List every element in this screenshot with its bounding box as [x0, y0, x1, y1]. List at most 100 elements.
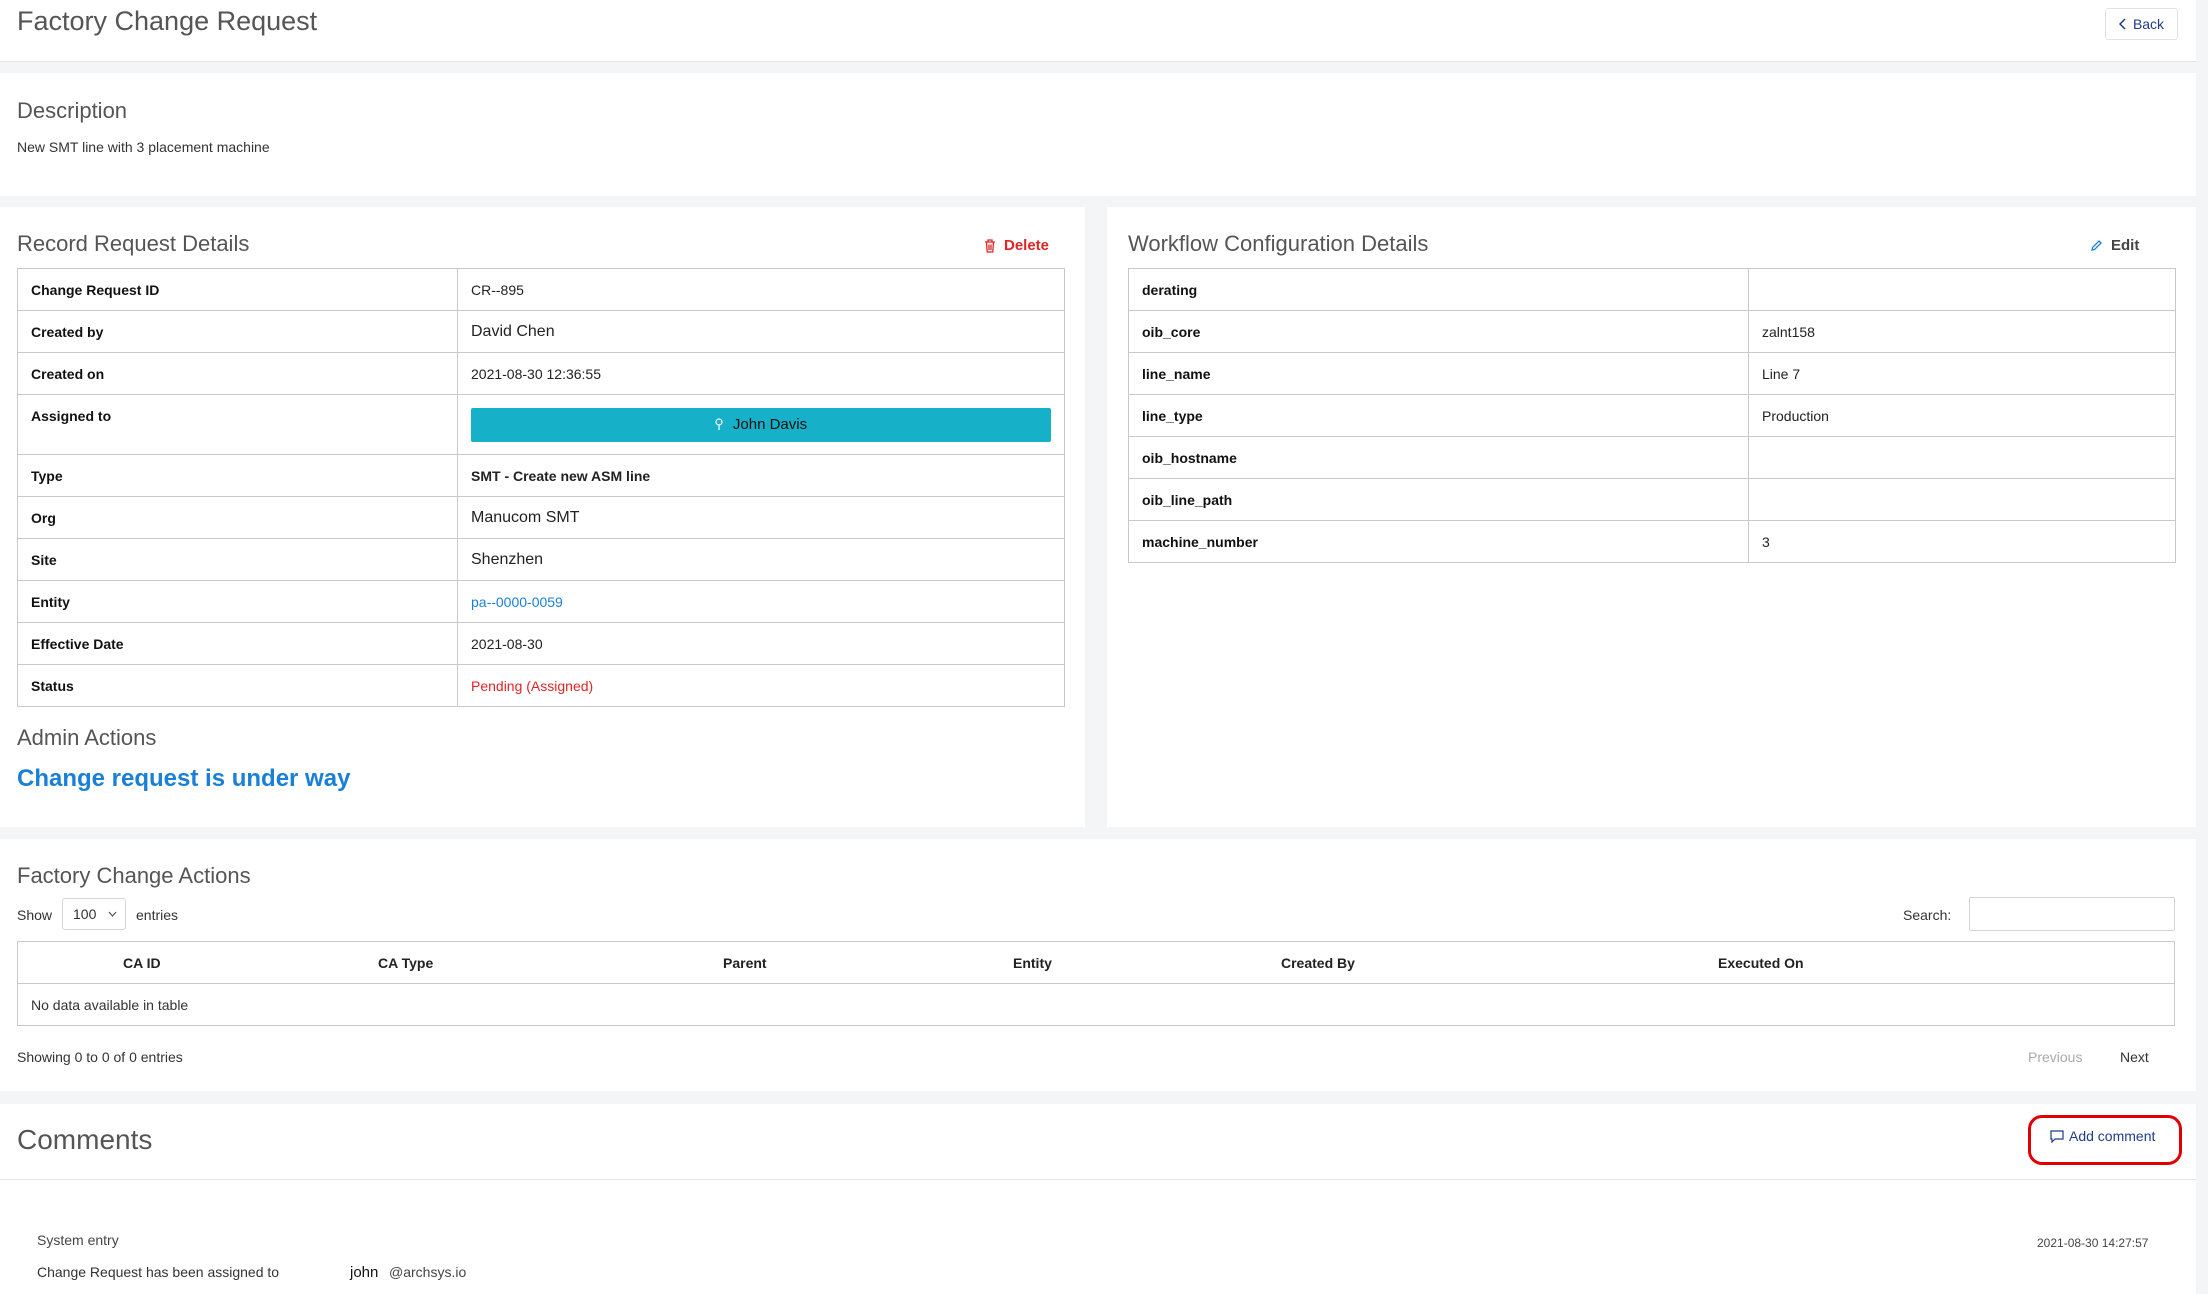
column-header[interactable]: CA Type	[378, 955, 433, 971]
chevron-down-icon	[108, 911, 117, 917]
table-row: Change Request ID CR--895	[17, 268, 1065, 311]
actions-card: Factory Change Actions Show 100 entries …	[0, 839, 2196, 1091]
assigned-user-button[interactable]: John Davis	[471, 407, 1051, 442]
back-button[interactable]: Back	[2105, 8, 2178, 40]
row-label: Site	[17, 538, 458, 581]
config-key: line_type	[1128, 394, 1749, 437]
back-label: Back	[2132, 16, 2165, 32]
comments-title: Comments	[17, 1124, 153, 1155]
config-key: oib_core	[1128, 310, 1749, 353]
comments-card: Comments Add comment System entry 2021-0…	[0, 1104, 2196, 1294]
description-title: Description	[17, 98, 128, 123]
row-label: Status	[17, 664, 458, 707]
comment-user: john	[350, 1264, 379, 1281]
row-value: SMT - Create new ASM line	[457, 454, 1065, 497]
workflow-card: Workflow Configuration Details Edit dera…	[1107, 207, 2196, 827]
admin-status-text: Change request is under way	[17, 765, 351, 792]
table-row: line_type Production	[1128, 394, 2176, 437]
row-value: Shenzhen	[457, 538, 1065, 581]
row-label: Assigned to	[17, 394, 458, 455]
record-details-title: Record Request Details	[17, 231, 250, 256]
table-row: Org Manucom SMT	[17, 496, 1065, 539]
table-row: No data available in table	[18, 984, 2175, 1026]
column-header[interactable]: CA ID	[123, 955, 161, 971]
table-row: Effective Date 2021-08-30	[17, 622, 1065, 665]
row-label: Effective Date	[17, 622, 458, 665]
actions-title: Factory Change Actions	[17, 863, 251, 888]
record-details-card: Record Request Details Delete Change Req…	[0, 207, 1085, 827]
config-value: Production	[1748, 394, 2176, 437]
row-value: 2021-08-30 12:36:55	[457, 352, 1065, 395]
row-label: Change Request ID	[17, 268, 458, 311]
table-row: machine_number 3	[1128, 520, 2176, 563]
description-card: Description New SMT line with 3 placemen…	[0, 73, 2196, 196]
previous-page-button[interactable]: Previous	[2028, 1049, 2082, 1065]
table-row: Entity pa--0000-0059	[17, 580, 1065, 623]
table-row: oib_core zalnt158	[1128, 310, 2176, 353]
pin-icon	[715, 418, 723, 431]
config-value: 3	[1748, 520, 2176, 563]
config-key: oib_line_path	[1128, 478, 1749, 521]
row-value: Manucom SMT	[457, 496, 1065, 539]
delete-label: Delete	[1004, 237, 1050, 254]
show-label: Show	[17, 907, 53, 923]
entity-link[interactable]: pa--0000-0059	[457, 580, 1065, 623]
row-label: Entity	[17, 580, 458, 623]
column-header[interactable]: Entity	[1013, 955, 1052, 971]
table-info: Showing 0 to 0 of 0 entries	[17, 1049, 183, 1065]
table-row: Created by David Chen	[17, 310, 1065, 353]
table-row: oib_hostname	[1128, 436, 2176, 479]
config-value: Line 7	[1748, 352, 2176, 395]
row-value: David Chen	[457, 310, 1065, 353]
search-input[interactable]	[1969, 897, 2175, 931]
table-row: Assigned to John Davis	[17, 394, 1065, 455]
table-row: Type SMT - Create new ASM line	[17, 454, 1065, 497]
comment-timestamp: 2021-08-30 14:27:57	[2037, 1236, 2149, 1250]
add-comment-label: Add comment	[2069, 1128, 2156, 1144]
empty-table-text: No data available in table	[31, 996, 189, 1013]
workflow-table: derating oib_core zalnt158 line_name Line 7l…	[1128, 268, 2176, 563]
config-value: zalnt158	[1748, 310, 2176, 353]
trash-icon	[984, 238, 996, 253]
chevron-left-icon	[2118, 18, 2127, 30]
page-title: Factory Change Request	[17, 6, 318, 36]
config-key: line_name	[1128, 352, 1749, 395]
comments-divider	[0, 1179, 2196, 1180]
edit-label: Edit	[2111, 237, 2140, 254]
table-header-row: CA ID CA Type Parent Entity Created By Execut…	[17, 942, 2175, 984]
table-row: line_name Line 7	[1128, 352, 2176, 395]
column-header[interactable]: Parent	[723, 955, 767, 971]
comment-user-domain: @archsys.io	[389, 1264, 467, 1280]
row-label: Type	[17, 454, 458, 497]
add-comment-button[interactable]: Add comment	[2050, 1128, 2155, 1144]
column-header[interactable]: Executed On	[1718, 955, 1804, 971]
edit-button[interactable]: Edit	[2090, 237, 2139, 254]
description-text: New SMT line with 3 placement machine	[17, 139, 270, 155]
table-row: oib_line_path	[1128, 478, 2176, 521]
config-value	[1748, 268, 2176, 311]
table-row: Site Shenzhen	[17, 538, 1065, 581]
entries-value: 100	[73, 906, 97, 922]
config-value	[1748, 436, 2176, 479]
config-key: derating	[1128, 268, 1749, 311]
comment-text: Change Request has been assigned to	[37, 1264, 280, 1280]
delete-button[interactable]: Delete	[984, 237, 1049, 254]
config-key: machine_number	[1128, 520, 1749, 563]
assigned-cell: John Davis	[457, 394, 1065, 455]
row-value: CR--895	[457, 268, 1065, 311]
row-label: Org	[17, 496, 458, 539]
actions-table: CA ID CA Type Parent Entity Created By Execut…	[17, 941, 2175, 1026]
column-header[interactable]: Created By	[1281, 955, 1355, 971]
entries-select[interactable]: 100	[62, 898, 126, 930]
next-page-button[interactable]: Next	[2120, 1049, 2149, 1065]
pencil-icon	[2090, 239, 2103, 252]
row-label: Created on	[17, 352, 458, 395]
table-row: Status Pending (Assigned)	[17, 664, 1065, 707]
entries-label: entries	[136, 907, 179, 923]
header-cell-group: CA ID CA Type Parent Entity Created By Execut…	[18, 942, 2175, 984]
table-row: derating	[1128, 268, 2176, 311]
comment-author: System entry	[37, 1232, 119, 1248]
admin-actions-title: Admin Actions	[17, 725, 157, 750]
row-label: Created by	[17, 310, 458, 353]
search-label: Search:	[1903, 907, 1952, 923]
